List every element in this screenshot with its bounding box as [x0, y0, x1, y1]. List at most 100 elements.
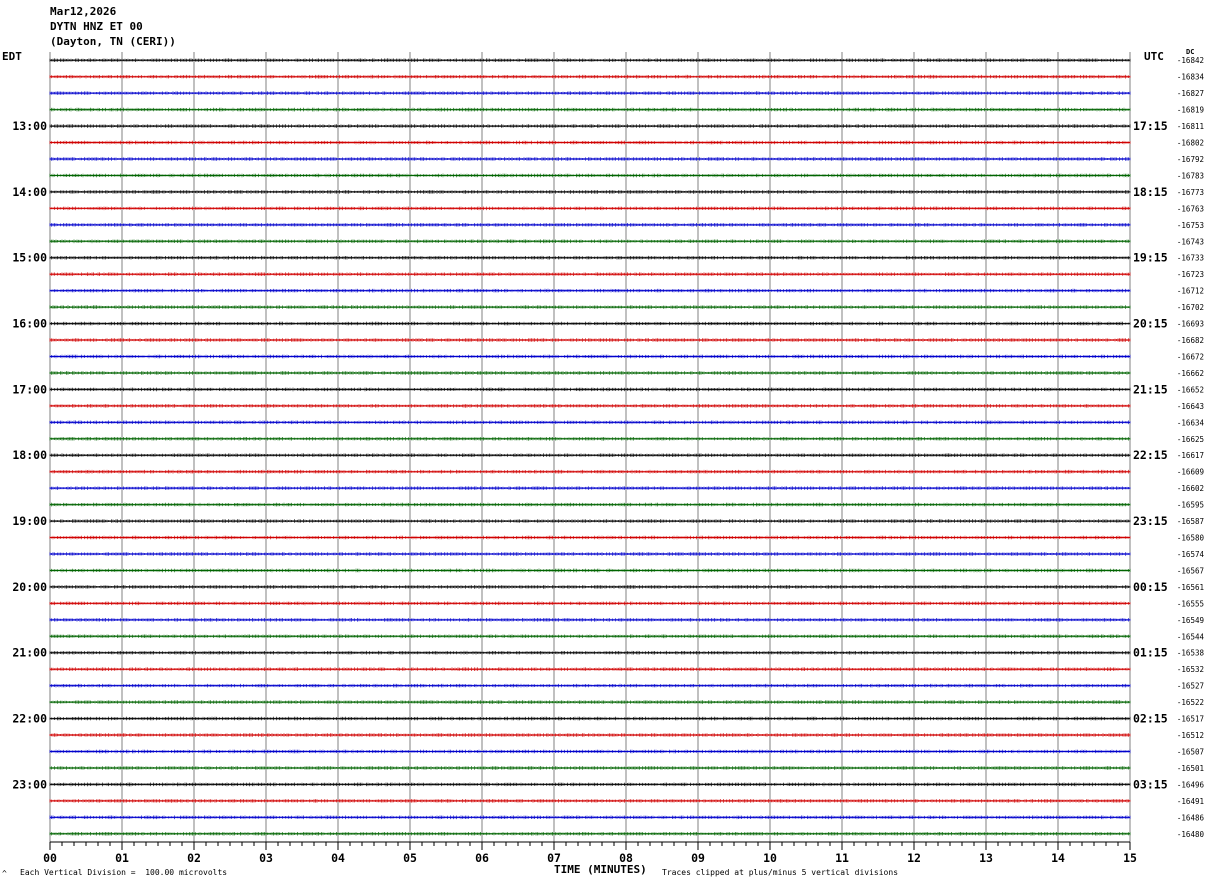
dc-offset-label: -16512	[1177, 731, 1204, 740]
x-tick-label: 12	[907, 851, 921, 865]
seismic-trace	[49, 58, 1131, 62]
dc-offset-label: -16625	[1177, 435, 1204, 444]
dc-offset-label: -16496	[1177, 780, 1205, 789]
dc-offset-label: -16574	[1177, 550, 1205, 559]
dc-offset-label: -16834	[1177, 73, 1205, 82]
dc-offset-label: -16743	[1177, 237, 1204, 246]
seismic-trace	[49, 749, 1131, 754]
dc-offset-label: -16842	[1177, 56, 1204, 65]
seismic-trace	[49, 716, 1131, 721]
dc-offset-label: -16538	[1177, 649, 1205, 658]
seismic-trace	[49, 305, 1131, 309]
dc-offset-label: -16733	[1177, 254, 1204, 263]
seismic-trace	[49, 486, 1131, 490]
dc-offset-label: -16549	[1177, 616, 1204, 625]
seismic-trace	[49, 107, 1131, 112]
dc-offset-label: -16693	[1177, 320, 1204, 329]
x-tick-label: 05	[403, 851, 417, 865]
x-tick-label: 04	[331, 851, 345, 865]
x-tick-label: 10	[763, 851, 777, 865]
right-hour-label: 02:15	[1133, 712, 1168, 726]
seismic-trace	[49, 832, 1131, 836]
dc-offset-label: -16643	[1177, 402, 1204, 411]
x-tick-label: 06	[475, 851, 489, 865]
left-hour-label: 20:00	[12, 580, 47, 594]
seismic-trace	[49, 124, 1131, 128]
seismic-trace	[49, 288, 1131, 293]
right-hour-label: 22:15	[1133, 448, 1168, 462]
left-hour-label: 16:00	[12, 317, 47, 331]
right-hour-label: 17:15	[1133, 119, 1168, 133]
corner-mark: ^	[2, 869, 7, 878]
dc-offset-label: -16783	[1177, 171, 1204, 180]
dc-offset-label: -16517	[1177, 715, 1204, 724]
right-hour-label: 18:15	[1133, 185, 1168, 199]
x-tick-label: 15	[1123, 851, 1137, 865]
dc-offset-label: -16712	[1177, 287, 1204, 296]
seismic-trace	[49, 173, 1131, 178]
seismic-trace	[49, 700, 1131, 704]
left-hour-label: 17:00	[12, 382, 47, 396]
seismic-trace	[49, 321, 1131, 326]
left-hour-label: 22:00	[12, 712, 47, 726]
seismic-trace	[49, 519, 1131, 523]
x-tick-label: 13	[979, 851, 993, 865]
dc-offset-label: -16652	[1177, 385, 1204, 394]
seismic-trace	[49, 634, 1131, 639]
x-tick-label: 11	[835, 851, 849, 865]
seismic-trace	[49, 552, 1131, 556]
seismic-trace	[49, 420, 1131, 425]
dc-offset-label: -16532	[1177, 665, 1204, 674]
seismic-trace	[49, 453, 1131, 457]
x-tick-label: 00	[43, 851, 57, 865]
seismic-trace	[49, 387, 1131, 392]
dc-offset-label: -16595	[1177, 501, 1204, 510]
seismic-trace	[49, 766, 1131, 770]
seismic-trace	[49, 157, 1131, 161]
left-hour-label: 18:00	[12, 448, 47, 462]
right-hour-label: 00:15	[1133, 580, 1168, 594]
seismic-trace	[49, 469, 1131, 474]
dc-offset-label: -16522	[1177, 698, 1204, 707]
right-hour-label: 01:15	[1133, 646, 1168, 660]
right-hour-label: 20:15	[1133, 317, 1168, 331]
x-axis-title: TIME (MINUTES)	[554, 863, 647, 876]
dc-offset-label: -16609	[1177, 468, 1204, 477]
seismic-trace	[49, 354, 1131, 359]
seismic-trace	[49, 667, 1131, 671]
seismic-trace	[49, 255, 1131, 260]
seismic-trace	[49, 650, 1131, 655]
dc-offset-label: -16602	[1177, 484, 1204, 493]
x-tick-label: 01	[115, 851, 129, 865]
dc-offset-label: -16491	[1177, 797, 1204, 806]
seismic-trace	[49, 618, 1131, 622]
clip-note: Traces clipped at plus/minus 5 vertical …	[662, 868, 899, 877]
seismic-trace	[49, 782, 1131, 787]
seismic-trace	[49, 601, 1131, 606]
seismic-trace	[49, 799, 1131, 803]
dc-offset-label: -16555	[1177, 599, 1204, 608]
dc-offset-label: -16802	[1177, 139, 1204, 148]
right-hour-label: 03:15	[1133, 777, 1168, 791]
dc-offset-label: -16580	[1177, 534, 1205, 543]
dc-offset-label: -16763	[1177, 204, 1204, 213]
dc-offset-label: -16501	[1177, 764, 1204, 773]
left-hour-label: 23:00	[12, 777, 47, 791]
seismic-trace	[49, 733, 1131, 737]
dc-offset-label: -16702	[1177, 303, 1204, 312]
scale-note: Each Vertical Division = 100.00 microvol…	[20, 868, 228, 877]
seismic-trace	[49, 190, 1131, 194]
dc-offset-label: -16544	[1177, 632, 1205, 641]
seismic-trace	[49, 535, 1131, 540]
right-hour-label: 23:15	[1133, 514, 1168, 528]
helicorder-plot: -16842 -16834 -16827 -16819 -16811 -16802 -167…	[12, 52, 1205, 865]
dc-offset-label: -16723	[1177, 270, 1204, 279]
seismic-trace	[49, 585, 1131, 589]
dc-offset-label: -16753	[1177, 221, 1204, 230]
dc-offset-label: -16634	[1177, 418, 1205, 427]
seismic-trace	[49, 140, 1131, 145]
right-hour-label: 19:15	[1133, 251, 1168, 265]
x-tick-label: 03	[259, 851, 273, 865]
seismic-trace	[49, 272, 1131, 276]
seismic-trace	[49, 371, 1131, 375]
